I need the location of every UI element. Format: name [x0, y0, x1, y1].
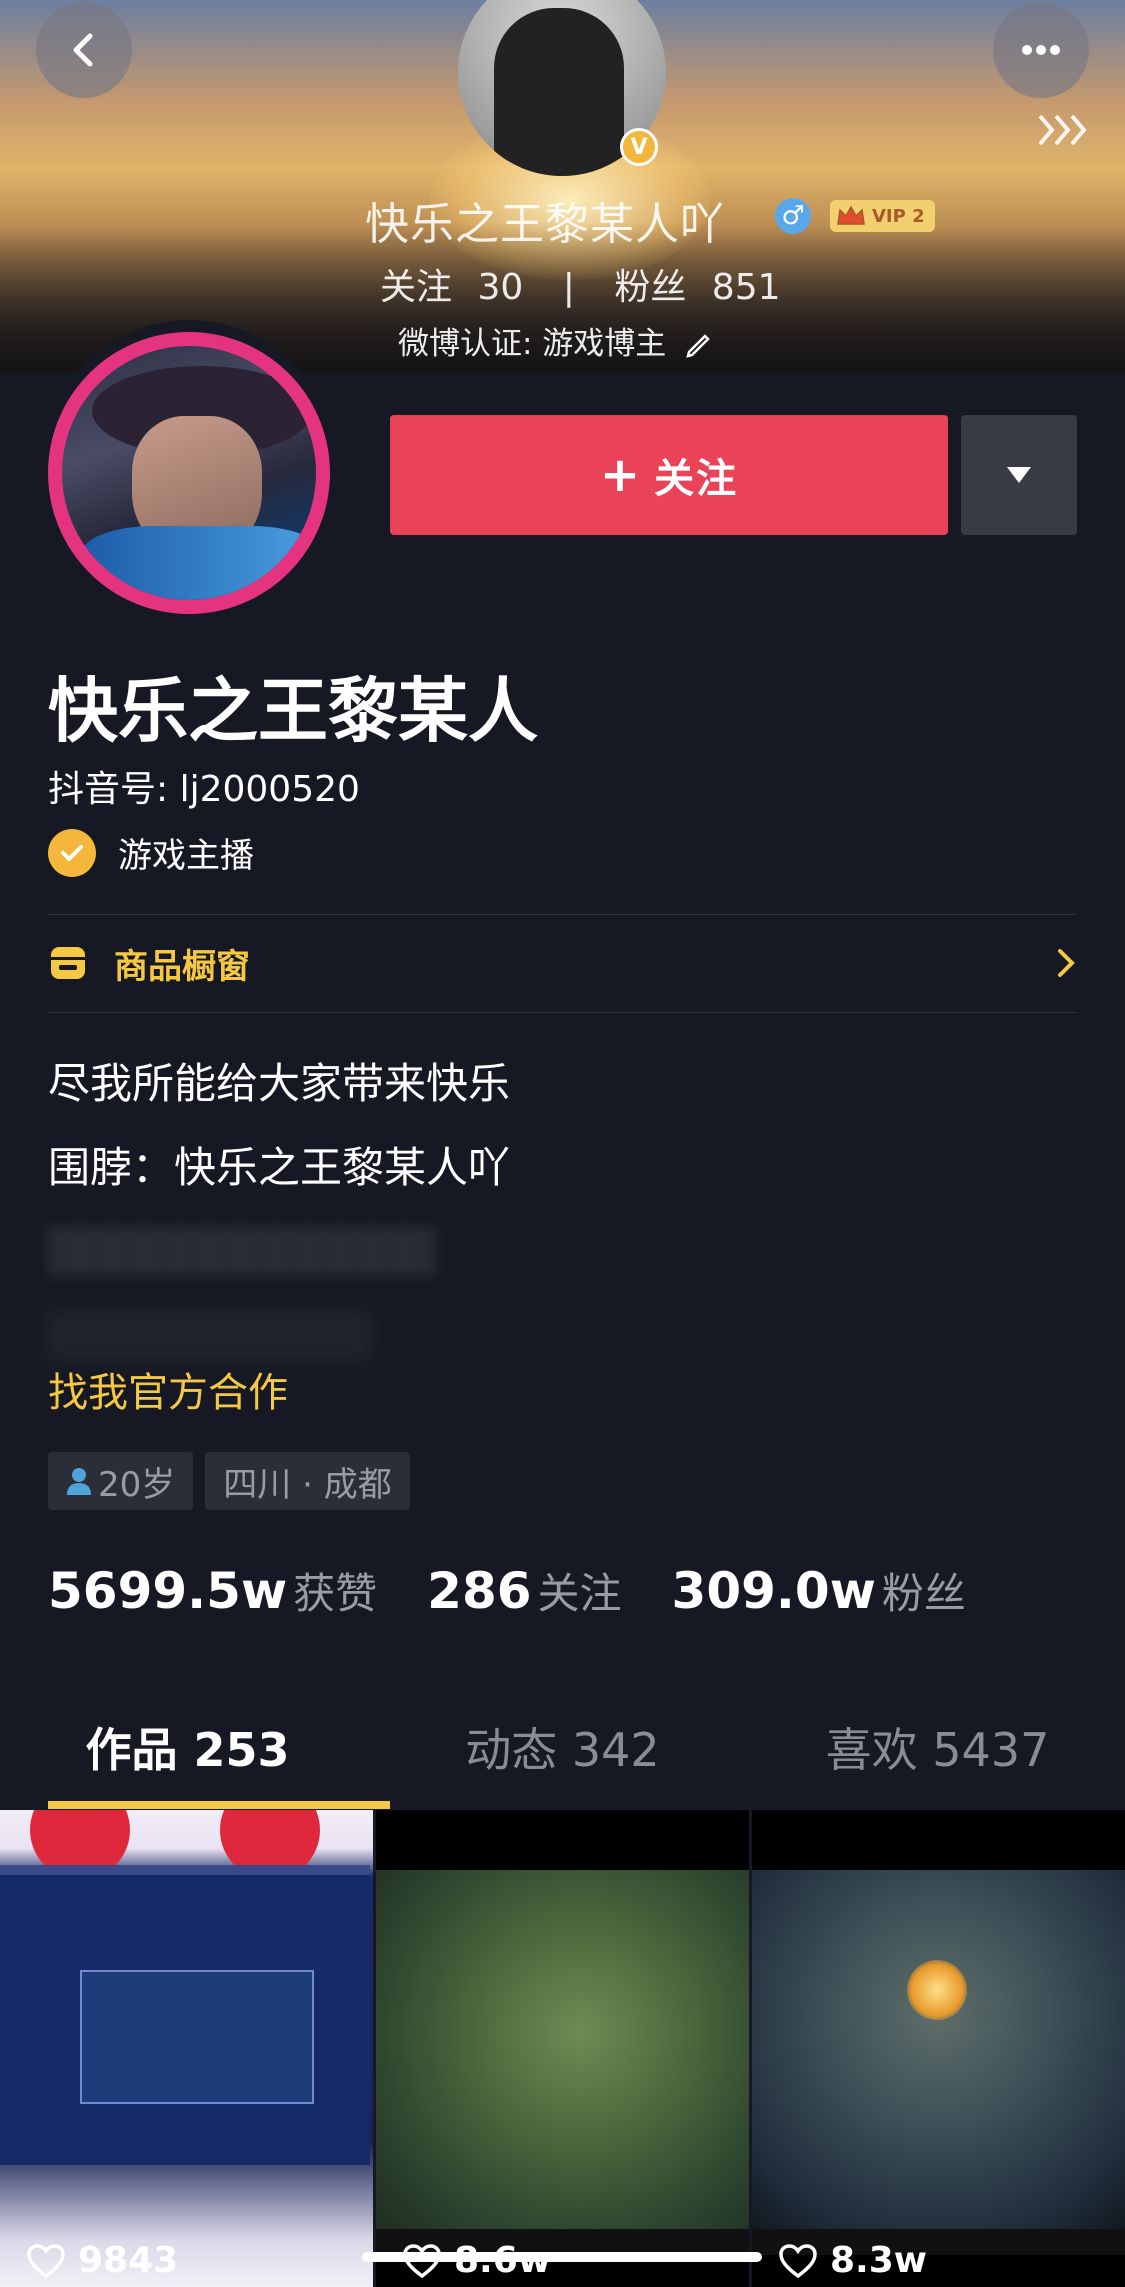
weibo-verify: 微博认证: 游戏博主	[398, 318, 712, 363]
tab-works[interactable]: 作品 253	[0, 1700, 375, 1810]
dropdown-triangle-icon	[1007, 467, 1031, 483]
stat-likes-value: 5699.5w	[48, 1562, 288, 1620]
weibo-fans-count: 851	[711, 267, 781, 308]
age-tag-label: 20岁	[98, 1464, 176, 1505]
thumbnail-screen	[0, 1865, 370, 2165]
video-likes-count: 8.3w	[830, 2240, 928, 2281]
verify-row: 游戏主播	[48, 828, 254, 877]
follow-button-label: 关注	[654, 456, 739, 502]
active-tab-indicator	[48, 1801, 390, 1809]
video-likes: 9843	[26, 2240, 178, 2281]
stat-likes[interactable]: 5699.5w 获赞	[48, 1560, 377, 1621]
tab-activity[interactable]: 动态 342	[375, 1700, 750, 1810]
chevron-right-icon	[1058, 949, 1075, 977]
stat-following[interactable]: 286 关注	[427, 1560, 621, 1621]
bio-line: 尽我所能给大家带来快乐	[48, 1059, 511, 1108]
more-icon	[1022, 45, 1060, 55]
avatar[interactable]	[48, 332, 330, 614]
back-button[interactable]	[36, 2, 132, 98]
video-likes: 8.3w	[778, 2240, 927, 2281]
location-tag-label: 四川 · 成都	[223, 1464, 392, 1505]
more-button[interactable]	[993, 2, 1089, 98]
avatar-figure	[494, 8, 624, 176]
male-icon: ♂	[775, 198, 811, 234]
verified-v-icon: V	[620, 128, 658, 166]
home-indicator[interactable]	[362, 2252, 762, 2262]
person-icon	[67, 1468, 91, 1495]
weibo-name: 快乐之王黎某人吖	[365, 199, 725, 250]
heart-icon	[27, 2243, 65, 2278]
official-cooperation-link[interactable]: 找我官方合作	[48, 1360, 288, 1418]
thumbnail-dialog	[80, 1970, 314, 2104]
thumbnail-gameplay	[376, 1870, 749, 2230]
tab-likes[interactable]: 喜欢 5437	[750, 1700, 1125, 1810]
stat-following-label: 关注	[537, 1569, 622, 1618]
heart-icon	[779, 2243, 817, 2278]
stat-following-value: 286	[427, 1562, 532, 1620]
profile-stats: 5699.5w 获赞 286 关注 309.0w 粉丝	[48, 1560, 966, 1621]
back-icon	[73, 33, 93, 67]
shop-label: 商品橱窗	[114, 946, 250, 987]
weibo-fans-label: 粉丝	[614, 267, 687, 308]
crown-icon	[837, 205, 865, 225]
plus-icon: +	[599, 447, 643, 503]
vip-badge: VIP 2	[830, 200, 935, 232]
video-thumbnail[interactable]: 9843	[0, 1810, 373, 2287]
video-likes-count: 9843	[78, 2240, 179, 2281]
bio-line: 围脖：快乐之王黎某人吖	[48, 1143, 511, 1192]
stat-fans-label: 粉丝	[881, 1569, 966, 1618]
weibo-stats: 关注 30 | 粉丝 851	[380, 258, 795, 310]
douyin-id[interactable]: 抖音号: lj2000520	[48, 760, 360, 812]
stat-fans-value: 309.0w	[671, 1562, 876, 1620]
content-tabs: 作品 253 动态 342 喜欢 5437	[0, 1700, 1125, 1810]
stat-likes-label: 获赞	[293, 1569, 378, 1618]
pencil-icon	[686, 333, 710, 358]
divider	[48, 1012, 1077, 1013]
verify-label: 游戏主播	[118, 836, 254, 876]
bio-faded-line: ████████████	[48, 1227, 436, 1276]
vip-label: VIP 2	[872, 205, 925, 227]
shop-window-row[interactable]: 商品橱窗	[48, 914, 1077, 1012]
location-tag: 四川 · 成都	[205, 1452, 410, 1510]
avatar-scarf	[82, 526, 316, 600]
recommend-dropdown-button[interactable]	[961, 415, 1077, 535]
check-icon	[48, 828, 96, 877]
thumbnail-effect	[907, 1960, 967, 2020]
weibo-following-count: 30	[477, 267, 524, 308]
nickname: 快乐之王黎某人	[48, 670, 538, 752]
weibo-verify-text: 微博认证: 游戏博主	[398, 326, 667, 362]
bio: 尽我所能给大家带来快乐 围脖：快乐之王黎某人吖 ████████████ ███…	[48, 1042, 510, 1378]
follow-button[interactable]: + 关注	[390, 415, 948, 535]
age-tag: 20岁	[48, 1452, 194, 1510]
thumbnail-gameplay	[752, 1870, 1125, 2230]
video-grid: 9843 8.6w 8.3w	[0, 1810, 1125, 2287]
video-thumbnail[interactable]: 8.3w	[752, 1810, 1125, 2287]
expand-icon[interactable]	[1036, 110, 1092, 150]
video-thumbnail[interactable]: 8.6w	[376, 1810, 749, 2287]
shop-icon	[51, 947, 85, 979]
weibo-separator: |	[562, 267, 575, 308]
weibo-following-label: 关注	[380, 267, 453, 308]
stat-fans[interactable]: 309.0w 粉丝	[672, 1560, 966, 1621]
profile-tags: 20岁 四川 · 成都	[48, 1452, 410, 1510]
